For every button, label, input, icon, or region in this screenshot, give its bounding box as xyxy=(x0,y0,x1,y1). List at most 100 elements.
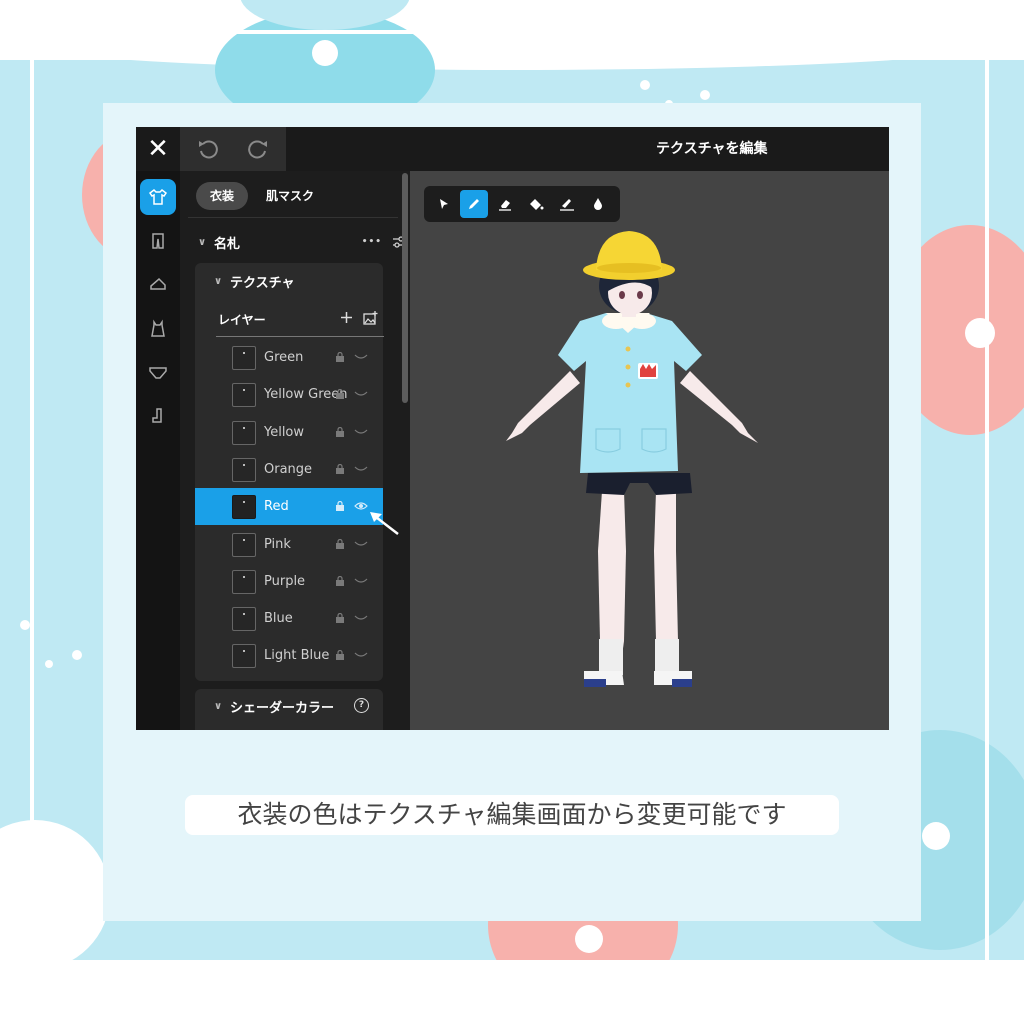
layer-thumbnail xyxy=(232,346,256,370)
pants-icon xyxy=(152,233,164,249)
layer-header: レイヤー xyxy=(218,311,378,331)
shader-label: シェーダーカラー xyxy=(230,700,335,716)
avatar-preview xyxy=(506,231,758,687)
caption-text: 衣装の色はテクスチャ編集画面から変更可能です xyxy=(185,795,839,835)
section-header[interactable]: ∨ 名札 ••• xyxy=(198,231,405,253)
texture-editor-window: ✕ テクスチャを編集 衣装 肌マスク ∨ 名札 ••• ∨ テクスチャ レイヤー… xyxy=(136,127,889,730)
lock-icon[interactable] xyxy=(335,538,345,549)
layer-name: Blue xyxy=(264,611,293,627)
chevron-down-icon: ∨ xyxy=(214,275,223,287)
shoe-icon xyxy=(150,277,166,290)
page-title: テクスチャを編集 xyxy=(656,141,768,157)
dot-decoration xyxy=(922,822,950,850)
layer-name: Purple xyxy=(264,573,306,589)
texture-section-header[interactable]: ∨ テクスチャ xyxy=(214,270,294,292)
shader-section-header[interactable]: ∨ シェーダーカラー xyxy=(214,695,374,717)
layer-item[interactable]: Green xyxy=(195,339,383,376)
lock-icon[interactable] xyxy=(335,389,345,400)
eye-closed-icon[interactable] xyxy=(354,539,368,549)
add-image-icon[interactable] xyxy=(363,311,378,325)
texture-label: テクスチャ xyxy=(230,275,295,291)
lock-icon[interactable] xyxy=(335,426,345,437)
layer-name: Pink xyxy=(264,536,291,552)
category-rail xyxy=(136,171,180,730)
dot-decoration xyxy=(700,90,710,100)
layer-header-label: レイヤー xyxy=(218,313,266,327)
layer-thumbnail xyxy=(232,495,256,520)
undo-icon[interactable] xyxy=(196,137,220,161)
tab-skin-mask[interactable]: 肌マスク xyxy=(252,182,328,210)
divider xyxy=(188,217,398,218)
rail-item-underwear[interactable] xyxy=(140,355,176,391)
eye-closed-icon[interactable] xyxy=(354,427,368,437)
background-stripe xyxy=(0,30,1024,34)
lock-icon[interactable] xyxy=(335,352,345,362)
layer-header-underline xyxy=(216,336,384,337)
layer-item[interactable]: Orange xyxy=(195,451,383,488)
rail-item-dress[interactable] xyxy=(140,311,176,347)
rail-item-tops[interactable] xyxy=(140,179,176,215)
layer-item[interactable]: Yellow xyxy=(195,414,383,451)
layer-thumbnail xyxy=(232,532,256,557)
add-layer-icon[interactable] xyxy=(340,311,353,324)
more-button[interactable]: ••• xyxy=(362,237,382,247)
layer-thumbnail xyxy=(232,569,256,594)
redo-icon[interactable] xyxy=(246,137,270,161)
shirt-icon xyxy=(148,189,168,205)
help-icon[interactable]: ? xyxy=(354,698,369,713)
layer-actions xyxy=(340,311,378,325)
mode-tabs: 衣装 肌マスク xyxy=(196,181,328,211)
lock-icon[interactable] xyxy=(335,650,345,661)
layer-item[interactable]: Blue xyxy=(195,600,383,637)
background-stripe xyxy=(0,966,1024,970)
background-stripe xyxy=(30,0,34,1024)
lock-icon[interactable] xyxy=(335,463,345,474)
layer-name: Green xyxy=(264,350,304,365)
dot-decoration xyxy=(312,40,338,66)
layer-item[interactable]: Pink xyxy=(195,526,383,563)
dot-decoration xyxy=(20,620,30,630)
lock-icon[interactable] xyxy=(335,575,345,586)
3d-viewport[interactable] xyxy=(410,171,889,730)
tab-costume[interactable]: 衣装 xyxy=(196,182,249,210)
background-stripe xyxy=(985,0,989,1024)
lock-icon[interactable] xyxy=(335,501,345,512)
layer-item[interactable]: Red xyxy=(195,488,383,526)
dress-icon xyxy=(151,319,165,337)
layer-name: Orange xyxy=(264,461,313,477)
chevron-down-icon: ∨ xyxy=(214,700,223,712)
dot-decoration xyxy=(965,318,995,348)
layer-name: Yellow xyxy=(264,424,305,440)
layer-name: Red xyxy=(264,499,289,515)
rail-item-bottoms[interactable] xyxy=(140,223,176,259)
texture-panel: 衣装 肌マスク ∨ 名札 ••• ∨ テクスチャ レイヤー Green Yello… xyxy=(180,171,410,730)
layer-item[interactable]: Purple xyxy=(195,563,383,600)
layer-item[interactable]: Yellow Green xyxy=(195,376,383,413)
eye-closed-icon[interactable] xyxy=(354,650,368,660)
layer-item[interactable]: Light Blue xyxy=(195,637,383,674)
eye-closed-icon[interactable] xyxy=(354,613,368,623)
app-header: ✕ テクスチャを編集 xyxy=(136,127,889,171)
rail-item-socks[interactable] xyxy=(140,399,176,435)
eye-closed-icon[interactable] xyxy=(354,576,368,586)
layer-thumbnail xyxy=(232,644,256,669)
section-label: 名札 xyxy=(214,236,241,252)
eye-closed-icon[interactable] xyxy=(354,389,368,399)
panel-scrollbar[interactable] xyxy=(402,173,408,403)
eye-closed-icon[interactable] xyxy=(354,464,368,474)
history-controls xyxy=(180,127,286,171)
dot-decoration xyxy=(72,650,82,660)
chevron-down-icon: ∨ xyxy=(198,236,207,248)
underwear-icon xyxy=(149,367,167,379)
eye-closed-icon[interactable] xyxy=(354,352,368,362)
lock-icon[interactable] xyxy=(335,613,345,624)
arrow-annotation xyxy=(370,512,399,535)
sock-icon xyxy=(152,408,162,423)
rail-item-shoes[interactable] xyxy=(140,267,176,303)
layer-name: Light Blue xyxy=(264,648,330,664)
section-actions: ••• xyxy=(362,235,406,249)
layer-thumbnail xyxy=(232,420,256,445)
dot-decoration xyxy=(640,80,650,90)
close-button[interactable]: ✕ xyxy=(136,127,180,171)
layer-thumbnail xyxy=(232,383,256,408)
